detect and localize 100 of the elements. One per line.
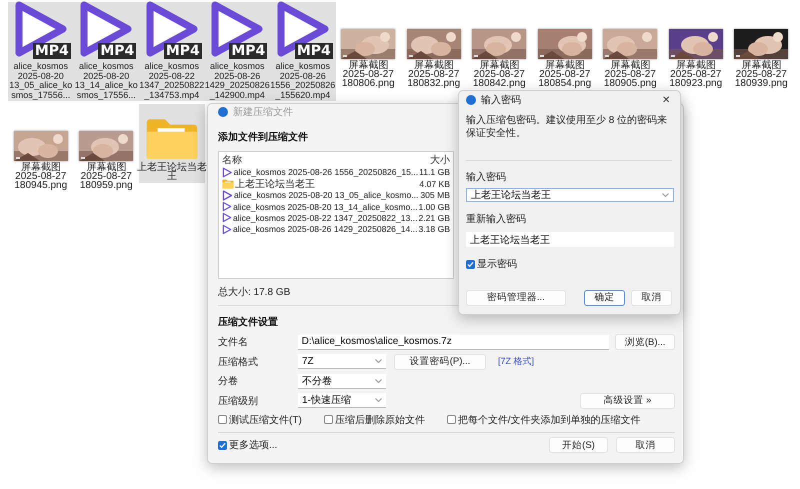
file-tile[interactable]: 屏幕截图 2025-08-27 180806.png [336, 2, 401, 90]
set-password-button[interactable]: 设置密码(P)... [394, 354, 486, 370]
play-icon [222, 224, 232, 235]
total-size: 总大小: 17.8 GB [218, 286, 290, 299]
format-dropdown[interactable]: 7Z [298, 354, 386, 370]
start-button[interactable]: 开始(S) [549, 437, 608, 454]
file-tile[interactable]: MP4 alice_kosmos 2025-08-22 1347_20250822 _134753.mp4 [139, 2, 204, 101]
file-size: 305 MB [420, 190, 450, 200]
file-name: 屏幕截图 2025-08-27 180854.png [538, 62, 592, 88]
file-name: 上老王论坛当老王 [235, 178, 316, 191]
dialog-button[interactable]: 取消 [630, 290, 672, 306]
file-size: 3.18 GB [418, 224, 450, 234]
file-tile[interactable]: MP4 alice_kosmos 2025-08-20 13_14_alice_ko smos_17556... [74, 2, 139, 101]
caret-icon [375, 398, 382, 402]
file-tile[interactable]: 屏幕截图 2025-08-27 180832.png [401, 2, 466, 90]
dialog-button[interactable]: 密码管理器... [466, 290, 566, 306]
file-name: alice_kosmos 2025-08-26 1429_20250826 _142900.mp4 [204, 62, 270, 100]
cancel-button[interactable]: 取消 [616, 437, 675, 454]
checkbox[interactable] [218, 440, 227, 450]
play-icon [222, 190, 233, 201]
file-tile[interactable]: MP4 alice_kosmos 2025-08-26 1556_20250826 _155620.mp4 [270, 2, 336, 101]
file-name: 屏幕截图 2025-08-27 180806.png [342, 62, 395, 88]
play-icon [222, 166, 233, 178]
column-header[interactable]: 名称 [222, 152, 242, 167]
section-heading: 添加文件到压缩文件 [218, 130, 308, 144]
checkbox[interactable] [324, 415, 333, 424]
app-icon [218, 107, 228, 118]
advanced-button[interactable]: 高级设置 » [580, 392, 675, 408]
file-name: 上老王论坛当老 王 [136, 164, 207, 182]
field-label: 文件名 [218, 336, 249, 350]
close-button[interactable]: ✕ [660, 94, 672, 106]
file-tile[interactable]: 屏幕截图 2025-08-27 180854.png [532, 2, 598, 90]
browse-button[interactable]: 浏览(B)... [615, 334, 675, 350]
column-header[interactable]: 大小 [430, 152, 450, 167]
file-name: 屏幕截图 2025-08-27 180939.png [734, 62, 788, 88]
app-icon [466, 95, 476, 105]
section-heading: 压缩文件设置 [218, 316, 278, 329]
file-tile[interactable]: MP4 alice_kosmos 2025-08-20 13_05_alice_ko smos_17556... [8, 2, 74, 101]
checkbox[interactable] [446, 415, 456, 424]
caret-icon [375, 378, 382, 383]
dialog-button[interactable]: 确定 [584, 290, 625, 306]
file-type-badge: MP4 [164, 43, 202, 59]
file-size: 4.07 KB [419, 178, 450, 189]
play-icon [222, 212, 232, 224]
file-name: alice_kosmos 2025-08-20 13_05_alice_ko smos_17556... [9, 62, 72, 100]
file-name: 屏幕截图 2025-08-27 180923.png [669, 62, 722, 88]
file-type-badge: MP4 [32, 43, 71, 59]
file-name: alice_kosmos 2025-08-20 13_05_alice_kosmo... [234, 190, 420, 200]
checkbox[interactable] [466, 260, 475, 268]
play-icon [222, 201, 232, 212]
checkbox-label: 显示密码 [477, 258, 517, 271]
option-label: 更多选项... [229, 438, 278, 452]
file-tile[interactable]: MP4 alice_kosmos 2025-08-26 1429_20250826 _142900.mp4 [204, 2, 270, 101]
file-name: 屏幕截图 2025-08-27 180905.png [604, 62, 657, 88]
file-tile[interactable]: 屏幕截图 2025-08-27 180959.png [74, 104, 139, 192]
field-label: 分卷 [218, 375, 239, 388]
file-type-badge: MP4 [229, 43, 268, 59]
file-size: 11.1 GB [419, 167, 450, 178]
file-name: alice_kosmos 2025-08-26 1429_20250826_14... [233, 224, 418, 234]
file-tile[interactable]: 上老王论坛当老 王 [139, 104, 204, 183]
field-label: 压缩格式 [218, 356, 259, 369]
level-dropdown[interactable]: 1-快速压缩 [298, 393, 386, 408]
field-label: 压缩级别 [218, 394, 259, 408]
field-label: 重新输入密码 [466, 212, 526, 226]
format-link[interactable]: [7Z 格式] [498, 355, 534, 368]
filename-field[interactable]: D:\alice_kosmos\alice_kosmos.7z [298, 334, 610, 350]
caret-icon [662, 193, 669, 197]
dialog-message: 输入压缩包密码。建议使用至少 8 位的密码来保证安全性。 [466, 114, 668, 140]
file-name: alice_kosmos 2025-08-22 1347_20250822_13... [233, 212, 418, 223]
file-name: 屏幕截图 2025-08-27 180832.png [407, 62, 460, 88]
option-label: 测试压缩文件(T) [229, 414, 302, 427]
caret-icon [375, 359, 382, 364]
file-name: 屏幕截图 2025-08-27 180959.png [80, 164, 133, 190]
file-name: alice_kosmos 2025-08-20 13_14_alice_ko smos_17556... [74, 62, 138, 100]
file-name: alice_kosmos 2025-08-20 13_14_alice_kosmo... [233, 202, 418, 212]
window-title: 新建压缩文件 [233, 106, 293, 120]
file-tile[interactable]: 屏幕截图 2025-08-27 180905.png [598, 2, 663, 90]
file-type-badge: MP4 [98, 43, 136, 59]
file-name: 屏幕截图 2025-08-27 180945.png [14, 164, 68, 190]
password-field[interactable]: 上老王论坛当老王 [466, 188, 674, 202]
folder-icon [144, 117, 199, 161]
file-size: 1.00 GB [418, 202, 450, 212]
option-label: 压缩后删除原始文件 [334, 414, 425, 427]
file-name: alice_kosmos 2025-08-22 1347_20250822 _134753.mp4 [139, 62, 204, 100]
option-label: 把每个文件/文件夹添加到单独的压缩文件 [458, 414, 641, 427]
file-size: 2.21 GB [418, 212, 450, 223]
folder-icon [222, 178, 234, 189]
file-tile[interactable]: 屏幕截图 2025-08-27 180939.png [728, 2, 794, 90]
file-type-badge: MP4 [294, 43, 333, 59]
volume-dropdown[interactable]: 不分卷 [298, 374, 386, 389]
confirm-password-field[interactable]: 上老王论坛当老王 [466, 232, 674, 247]
file-name: alice_kosmos 2025-08-26 1556_20250826 _155620.mp4 [270, 62, 336, 100]
file-tile[interactable]: 屏幕截图 2025-08-27 180945.png [8, 104, 74, 192]
window-title: 输入密码 [481, 94, 521, 107]
file-tile[interactable]: 屏幕截图 2025-08-27 180842.png [466, 2, 532, 90]
file-name: alice_kosmos 2025-08-26 1556_20250826_15... [234, 167, 418, 178]
field-label: 输入密码 [466, 170, 506, 184]
checkbox[interactable] [218, 415, 227, 424]
file-name: 屏幕截图 2025-08-27 180842.png [472, 62, 526, 88]
file-tile[interactable]: 屏幕截图 2025-08-27 180923.png [663, 2, 728, 90]
